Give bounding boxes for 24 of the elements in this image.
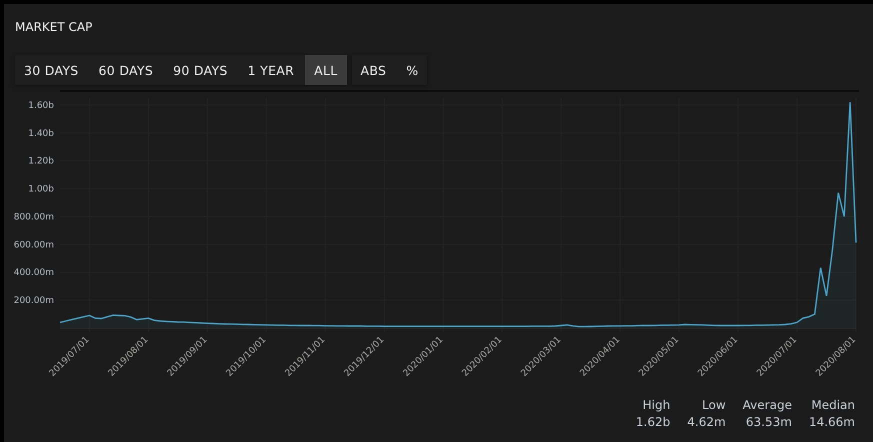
- stat-value: 63.53m: [746, 414, 792, 431]
- axis-label: 1.60b: [28, 100, 54, 111]
- range-button[interactable]: 90 DAYS: [164, 55, 237, 85]
- axis-label: 1.40b: [28, 128, 54, 139]
- range-button[interactable]: 60 DAYS: [90, 55, 162, 85]
- axis-label: 400.00m: [14, 268, 54, 278]
- stat-label: Average: [742, 397, 792, 414]
- stat-value: 4.62m: [687, 414, 726, 431]
- axis-label: 600.00m: [14, 240, 54, 250]
- axis-label: 800.00m: [14, 212, 54, 222]
- mode-button[interactable]: %: [397, 55, 428, 85]
- panel-title: MARKET CAP: [14, 19, 92, 36]
- axis-label: 1.20b: [28, 156, 54, 167]
- stat-value: 1.62b: [636, 414, 670, 431]
- stat-value: 14.66m: [808, 414, 855, 431]
- stat-label: Low: [702, 397, 726, 414]
- mode-button[interactable]: ABS: [352, 55, 396, 85]
- axis-label: 200.00m: [14, 296, 54, 306]
- stat-label: High: [642, 397, 670, 414]
- range-button[interactable]: ALL: [305, 55, 347, 85]
- stat-label: Median: [811, 397, 855, 414]
- range-button[interactable]: 1 YEAR: [238, 55, 304, 85]
- axis-label: 1.00b: [28, 184, 54, 195]
- range-button[interactable]: 30 DAYS: [15, 55, 88, 85]
